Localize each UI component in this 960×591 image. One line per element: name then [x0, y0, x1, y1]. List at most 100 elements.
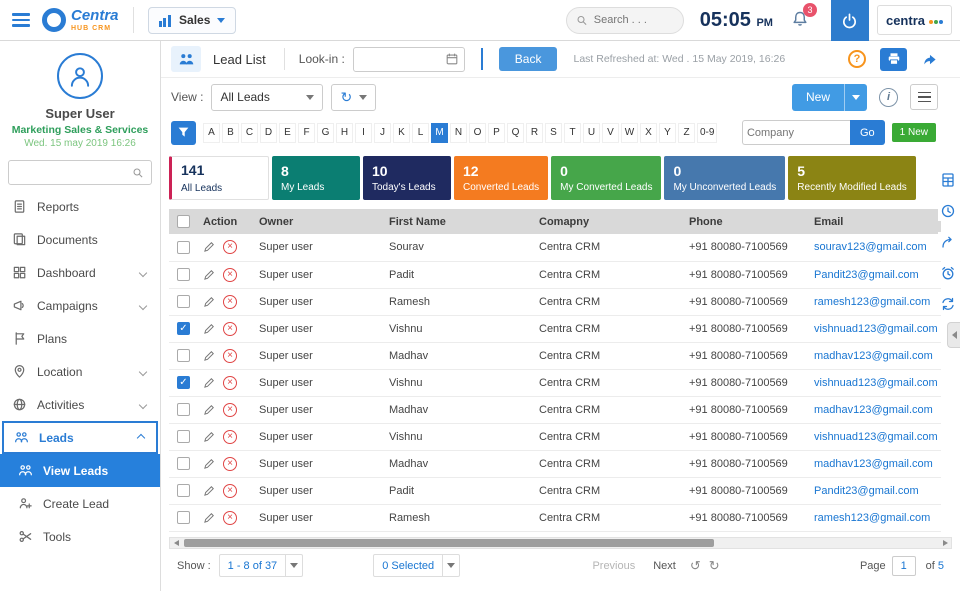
sidebar-item-documents[interactable]: Documents: [0, 223, 160, 256]
delete-icon[interactable]: ×: [223, 403, 237, 417]
letter-filter-T[interactable]: T: [564, 123, 581, 143]
global-search-input[interactable]: [594, 14, 674, 26]
lookin-input[interactable]: [359, 53, 445, 65]
edit-icon[interactable]: [203, 458, 215, 470]
letter-filter-O[interactable]: O: [469, 123, 486, 143]
letter-filter-L[interactable]: L: [412, 123, 429, 143]
letter-filter-M[interactable]: M: [431, 123, 448, 143]
stat-card-all-leads[interactable]: 141All Leads: [169, 156, 269, 200]
user-avatar[interactable]: [57, 53, 103, 99]
letter-filter-H[interactable]: H: [336, 123, 353, 143]
sidebar-item-location[interactable]: Location: [0, 355, 160, 388]
row-checkbox[interactable]: [177, 457, 190, 470]
row-checkbox[interactable]: ✓: [177, 376, 190, 389]
sidebar-item-activities[interactable]: Activities: [0, 388, 160, 421]
letter-filter-B[interactable]: B: [222, 123, 239, 143]
cell-email[interactable]: madhav123@gmail.com: [806, 396, 941, 423]
letter-filter-Y[interactable]: Y: [659, 123, 676, 143]
share-rail-button[interactable]: [938, 232, 958, 252]
letter-filter-D[interactable]: D: [260, 123, 277, 143]
delete-icon[interactable]: ×: [223, 349, 237, 363]
cell-email[interactable]: vishnuad123@gmail.com: [806, 423, 941, 450]
share-button[interactable]: [921, 52, 938, 67]
scrollbar-thumb[interactable]: [184, 539, 714, 547]
stat-card-my-unconverted-leads[interactable]: 0My Unconverted Leads: [664, 156, 785, 200]
edit-icon[interactable]: [203, 485, 215, 497]
sync-button[interactable]: [938, 294, 958, 314]
edit-icon[interactable]: [203, 512, 215, 524]
new-button-dropdown[interactable]: [844, 84, 867, 111]
letter-filter-E[interactable]: E: [279, 123, 296, 143]
cell-email[interactable]: madhav123@gmail.com: [806, 450, 941, 477]
go-button[interactable]: Go: [850, 120, 885, 145]
global-search[interactable]: [566, 7, 684, 34]
cell-email[interactable]: vishnuad123@gmail.com: [806, 369, 941, 396]
collapse-panel-tab[interactable]: [947, 322, 960, 348]
filter-button[interactable]: [171, 121, 196, 145]
letter-filter-K[interactable]: K: [393, 123, 410, 143]
row-checkbox[interactable]: [177, 268, 190, 281]
row-checkbox[interactable]: [177, 241, 190, 254]
edit-icon[interactable]: [203, 269, 215, 281]
history-button[interactable]: [938, 201, 958, 221]
letter-filter-R[interactable]: R: [526, 123, 543, 143]
view-select[interactable]: All Leads: [211, 84, 323, 111]
scroll-left-arrow[interactable]: [170, 538, 182, 548]
sidebar-item-reports[interactable]: Reports: [0, 190, 160, 223]
row-checkbox[interactable]: ✓: [177, 322, 190, 335]
company-filter-input[interactable]: [747, 127, 846, 139]
export-button[interactable]: [938, 170, 958, 190]
help-icon[interactable]: ?: [848, 50, 866, 68]
letter-filter-J[interactable]: J: [374, 123, 391, 143]
back-button[interactable]: Back: [499, 47, 558, 71]
sidebar-item-plans[interactable]: Plans: [0, 322, 160, 355]
cell-email[interactable]: ramesh123@gmail.com: [806, 288, 941, 315]
delete-icon[interactable]: ×: [223, 484, 237, 498]
lookin-field[interactable]: [353, 47, 465, 72]
delete-icon[interactable]: ×: [223, 295, 237, 309]
range-select[interactable]: 1 - 8 of 37: [219, 554, 304, 577]
sidebar-search[interactable]: [8, 160, 152, 185]
letter-filter-C[interactable]: C: [241, 123, 258, 143]
previous-button[interactable]: Previous: [592, 560, 635, 572]
letter-filter-U[interactable]: U: [583, 123, 600, 143]
delete-icon[interactable]: ×: [223, 511, 237, 525]
cell-email[interactable]: vishnuad123@gmail.com: [806, 315, 941, 342]
row-checkbox[interactable]: [177, 349, 190, 362]
delete-icon[interactable]: ×: [223, 430, 237, 444]
cell-email[interactable]: Pandit23@gmail.com: [806, 261, 941, 288]
cell-email[interactable]: madhav123@gmail.com: [806, 342, 941, 369]
letter-filter-V[interactable]: V: [602, 123, 619, 143]
row-checkbox[interactable]: [177, 403, 190, 416]
letter-filter-S[interactable]: S: [545, 123, 562, 143]
calendar-icon[interactable]: [445, 52, 459, 66]
letter-filter-0-9[interactable]: 0-9: [697, 123, 717, 143]
delete-icon[interactable]: ×: [223, 240, 237, 254]
page-reload-icon[interactable]: ↻: [709, 558, 720, 574]
letter-filter-I[interactable]: I: [355, 123, 372, 143]
edit-icon[interactable]: [203, 241, 215, 253]
row-checkbox[interactable]: [177, 430, 190, 443]
letter-filter-Q[interactable]: Q: [507, 123, 524, 143]
sidebar-item-dashboard[interactable]: Dashboard: [0, 256, 160, 289]
list-view-icon[interactable]: [910, 84, 938, 110]
page-refresh-icon[interactable]: ↺: [690, 558, 701, 574]
sidebar-search-input[interactable]: [16, 167, 132, 179]
cell-email[interactable]: Pandit23@gmail.com: [806, 477, 941, 504]
cell-email[interactable]: ramesh123@gmail.com: [806, 504, 941, 531]
company-filter[interactable]: [742, 120, 850, 145]
letter-filter-Z[interactable]: Z: [678, 123, 695, 143]
horizontal-scrollbar[interactable]: [169, 537, 952, 549]
hamburger-menu-icon[interactable]: [12, 10, 30, 30]
stat-card-today-s-leads[interactable]: 10Today's Leads: [363, 156, 451, 200]
print-button[interactable]: [880, 48, 907, 71]
row-checkbox[interactable]: [177, 484, 190, 497]
delete-icon[interactable]: ×: [223, 322, 237, 336]
sidebar-item-leads[interactable]: Leads: [2, 421, 158, 454]
select-all-checkbox[interactable]: [177, 215, 190, 228]
letter-filter-P[interactable]: P: [488, 123, 505, 143]
edit-icon[interactable]: [203, 404, 215, 416]
new-button[interactable]: New: [792, 84, 867, 111]
edit-icon[interactable]: [203, 377, 215, 389]
letter-filter-G[interactable]: G: [317, 123, 334, 143]
